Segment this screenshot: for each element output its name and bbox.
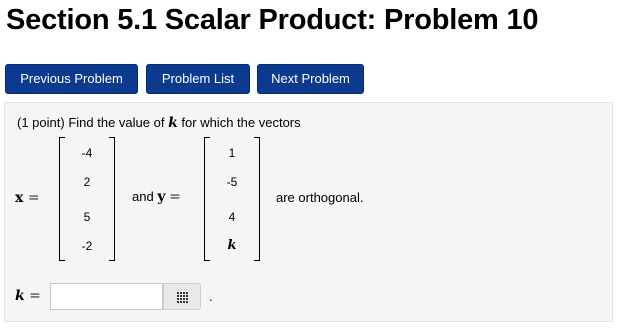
y-vector-label: and y = bbox=[132, 189, 181, 205]
x-entry-3: 5 bbox=[83, 210, 91, 224]
x-vector-label: x = bbox=[15, 189, 40, 207]
answer-variable: k bbox=[15, 288, 25, 304]
and-text: and bbox=[132, 189, 154, 204]
y-entry-1: 1 bbox=[228, 146, 236, 160]
problem-list-button[interactable]: Problem List bbox=[146, 64, 250, 94]
x-entry-4: -2 bbox=[81, 239, 93, 253]
equals-sign: = bbox=[29, 288, 41, 304]
page-title: Section 5.1 Scalar Product: Problem 10 bbox=[6, 4, 539, 36]
x-entry-1: -4 bbox=[81, 146, 93, 160]
previous-problem-button[interactable]: Previous Problem bbox=[5, 64, 138, 94]
problem-panel: (1 point) Find the value of k for which … bbox=[4, 102, 613, 322]
orthogonal-text: are orthogonal. bbox=[276, 190, 364, 205]
x-symbol: x bbox=[15, 190, 24, 206]
matrix-tool-button[interactable] bbox=[163, 283, 201, 310]
equals-sign: = bbox=[169, 189, 181, 205]
answer-label: k = bbox=[15, 287, 41, 305]
y-entry-2: -5 bbox=[226, 175, 238, 189]
y-symbol: y bbox=[157, 189, 166, 205]
answer-trailing-period: . bbox=[209, 289, 213, 304]
prompt-text-before: Find the value of bbox=[68, 115, 165, 130]
y-entry-4: k bbox=[227, 238, 237, 253]
variable-k: k bbox=[168, 115, 178, 131]
next-problem-button[interactable]: Next Problem bbox=[257, 64, 364, 94]
points-label: (1 point) bbox=[17, 115, 65, 130]
equals-sign: = bbox=[27, 190, 40, 206]
x-vector: -4 2 5 -2 bbox=[59, 137, 115, 261]
y-entry-3: 4 bbox=[228, 210, 236, 224]
y-vector: 1 -5 4 k bbox=[204, 137, 260, 261]
matrix-grid-icon bbox=[177, 292, 189, 303]
x-entry-2: 2 bbox=[83, 175, 91, 189]
problem-prompt: (1 point) Find the value of k for which … bbox=[17, 115, 301, 131]
answer-input[interactable] bbox=[50, 283, 163, 310]
prompt-text-after: for which the vectors bbox=[181, 115, 301, 130]
